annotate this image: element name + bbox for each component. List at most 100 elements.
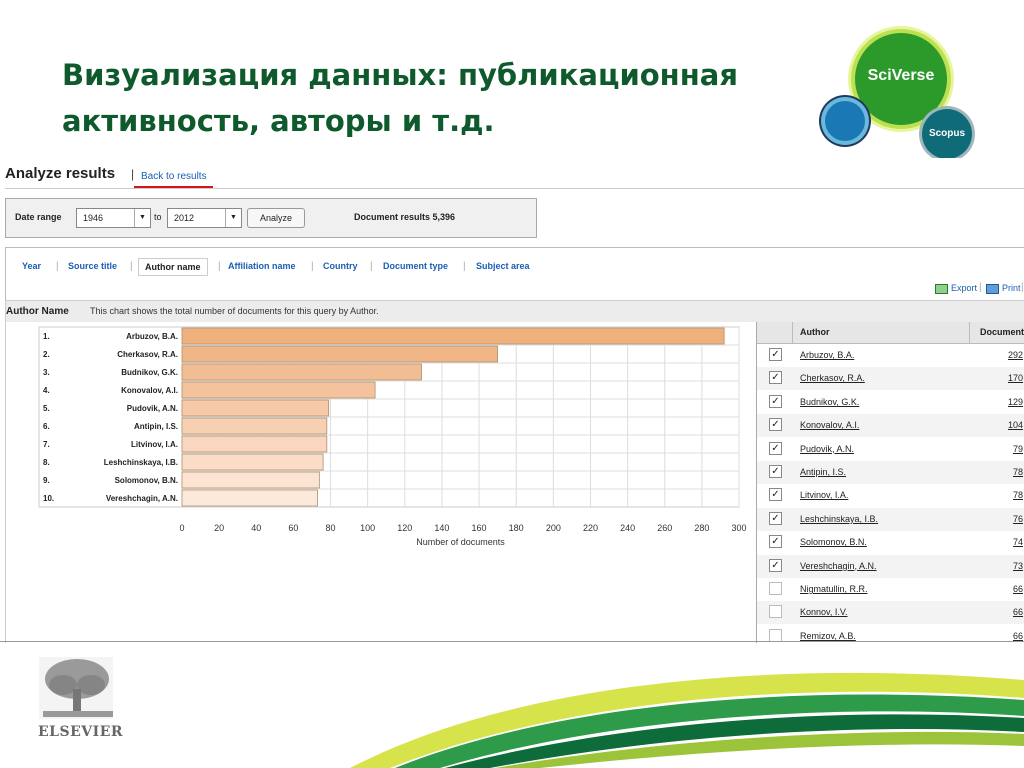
row-checkbox[interactable]: ✓	[769, 348, 782, 361]
slide-title: Визуализация данных: публикационная акти…	[62, 52, 782, 144]
row-checkbox[interactable]: ✓	[769, 371, 782, 385]
row-checkbox[interactable]	[769, 582, 782, 595]
tab-country[interactable]: Country	[323, 261, 358, 271]
bar	[181, 327, 725, 345]
table-row: Konnov, I.V. 66	[757, 601, 1024, 625]
analysis-description: This chart shows the total number of doc…	[90, 306, 379, 316]
back-to-results-link[interactable]: Back to results	[141, 171, 207, 182]
row-checkbox[interactable]: ✓	[769, 558, 782, 572]
document-count-link[interactable]: 66	[1013, 607, 1023, 617]
bar-rank-label: 5.	[43, 404, 50, 413]
tab-year[interactable]: Year	[22, 261, 41, 271]
elsevier-wordmark: ELSEVIER	[38, 724, 124, 740]
x-tick-label: 120	[397, 523, 412, 533]
scopus-logo-text: Scopus	[928, 128, 966, 139]
author-link[interactable]: Leshchinskaya, I.B.	[800, 514, 878, 524]
decorative-swoosh	[350, 672, 1024, 768]
document-count-link[interactable]: 104	[1008, 420, 1023, 430]
analyze-button[interactable]: Analyze	[247, 208, 305, 228]
column-header-documents[interactable]: Documents	[980, 327, 1024, 337]
export-icon	[935, 283, 948, 294]
print-link[interactable]: Print	[986, 283, 1021, 294]
author-table: Author Documents ✓ Arbuzov, B.A. 292 ✓ Cherk…	[756, 322, 1024, 643]
table-header: Author Documents	[757, 322, 1024, 344]
document-count-link[interactable]: 170	[1008, 373, 1023, 383]
chart-panel: 1. Arbuzov, B.A. 2. Cherkasov, R.A. 3. Budnik…	[5, 322, 756, 643]
row-checkbox[interactable]: ✓	[769, 394, 782, 408]
author-link[interactable]: Solomonov, B.N.	[800, 537, 867, 547]
column-divider	[792, 322, 793, 343]
row-checkbox[interactable]: ✓	[769, 418, 782, 432]
column-header-author[interactable]: Author	[800, 327, 830, 337]
author-link[interactable]: Vereshchagin, A.N.	[800, 561, 877, 571]
table-row: ✓ Litvinov, I.A. 78	[757, 484, 1024, 507]
tab-author-name[interactable]: Author name	[138, 258, 208, 276]
x-tick-label: 200	[546, 523, 561, 533]
tab-separator: |	[130, 261, 133, 272]
author-link[interactable]: Konnov, I.V.	[800, 607, 848, 617]
author-link[interactable]: Nigmatullin, R.R.	[800, 584, 868, 594]
bar-author-label: Budnikov, G.K.	[121, 368, 178, 377]
bar-rank-label: 3.	[43, 368, 50, 377]
bar-author-label: Solomonov, B.N.	[115, 476, 178, 485]
scopus-logo: Scopus	[922, 109, 972, 159]
document-count-link[interactable]: 292	[1008, 350, 1023, 360]
tab-source-title[interactable]: Source title	[68, 261, 117, 271]
tab-subject-area[interactable]: Subject area	[476, 261, 530, 271]
row-checkbox[interactable]: ✓	[769, 465, 782, 478]
bar	[181, 417, 328, 435]
tab-separator: |	[56, 261, 59, 272]
export-link[interactable]: Export	[935, 283, 977, 294]
bar-rank-label: 6.	[43, 422, 50, 431]
author-link[interactable]: Cherkasov, R.A.	[800, 373, 865, 383]
author-link[interactable]: Pudovik, A.N.	[800, 444, 854, 454]
document-count-link[interactable]: 66	[1013, 584, 1023, 594]
row-checkbox[interactable]: ✓	[769, 488, 782, 502]
tab-affiliation-name[interactable]: Affiliation name	[228, 261, 296, 271]
print-icon	[986, 283, 999, 294]
bar-rank-label: 4.	[43, 386, 50, 395]
author-link[interactable]: Budnikov, G.K.	[800, 397, 859, 407]
x-tick-label: 40	[251, 523, 261, 533]
action-separator: |	[979, 282, 982, 293]
document-count-link[interactable]: 78	[1013, 467, 1023, 477]
table-row: ✓ Leshchinskaya, I.B. 76	[757, 507, 1024, 531]
row-checkbox[interactable]: ✓	[769, 511, 782, 525]
row-checkbox[interactable]	[769, 605, 782, 619]
to-year-value: 2012	[174, 213, 195, 223]
bar	[181, 381, 376, 399]
author-link[interactable]: Antipin, I.S.	[800, 467, 846, 477]
table-row: ✓ Vereshchagin, A.N. 73	[757, 554, 1024, 578]
tab-document-type[interactable]: Document type	[383, 261, 448, 271]
bar-rank-label: 8.	[43, 458, 50, 467]
x-tick-label: 280	[694, 523, 709, 533]
from-year-value: 1946	[83, 213, 104, 223]
document-count-link[interactable]: 78	[1013, 490, 1023, 500]
header-divider	[5, 188, 1024, 189]
document-count-link[interactable]: 74	[1013, 537, 1023, 547]
document-count-link[interactable]: 73	[1013, 561, 1023, 571]
to-year-select[interactable]: 2012 ▼	[167, 208, 242, 228]
document-count-link[interactable]: 129	[1008, 397, 1023, 407]
chevron-down-icon[interactable]: ▼	[134, 209, 150, 227]
author-link[interactable]: Konovalov, A.I.	[800, 420, 859, 430]
table-row: ✓ Antipin, I.S. 78	[757, 461, 1024, 484]
author-link[interactable]: Litvinov, I.A.	[800, 490, 848, 500]
bar-author-label: Pudovik, A.N.	[127, 404, 178, 413]
bar-author-label: Litvinov, I.A.	[131, 440, 178, 449]
author-link[interactable]: Arbuzov, B.A.	[800, 350, 854, 360]
row-checkbox[interactable]: ✓	[769, 441, 782, 455]
row-checkbox[interactable]: ✓	[769, 535, 782, 549]
bar-rank-label: 9.	[43, 476, 50, 485]
from-year-select[interactable]: 1946 ▼	[76, 208, 151, 228]
document-count-link[interactable]: 79	[1013, 444, 1023, 454]
bar-author-label: Cherkasov, R.A.	[117, 350, 178, 359]
blue-circle-logo	[825, 101, 865, 141]
chevron-down-icon[interactable]: ▼	[225, 209, 241, 227]
analysis-name: Author Name	[6, 306, 69, 317]
x-tick-label: 240	[620, 523, 635, 533]
x-tick-label: 100	[360, 523, 375, 533]
bar-author-label: Antipin, I.S.	[134, 422, 178, 431]
bar	[181, 345, 499, 363]
document-count-link[interactable]: 76	[1013, 514, 1023, 524]
